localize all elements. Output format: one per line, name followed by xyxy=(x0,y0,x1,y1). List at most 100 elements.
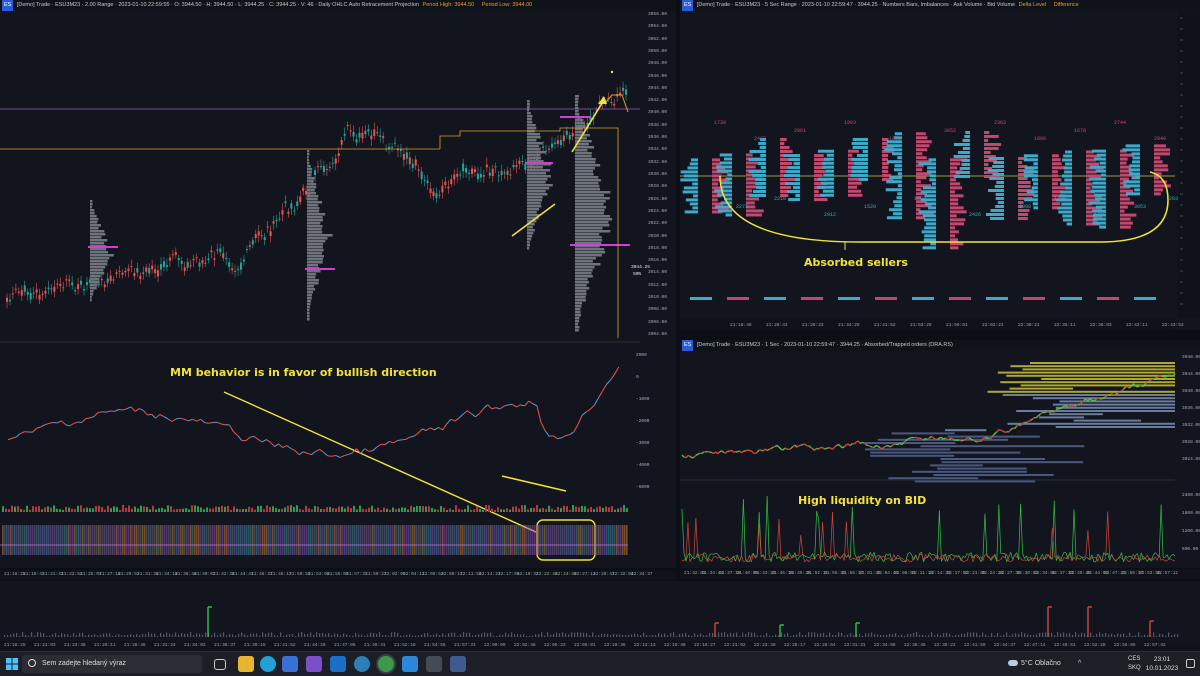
bid-volume-bar xyxy=(690,162,698,165)
cluster-total-label: 2861 xyxy=(794,128,806,134)
price-segment xyxy=(763,449,765,451)
delta-bar xyxy=(56,509,58,512)
volume-profile-bar xyxy=(575,176,598,179)
delta-summary-bar xyxy=(949,297,971,300)
strip-bar xyxy=(1006,633,1007,637)
ask-volume-bar xyxy=(1154,168,1168,171)
strip-bar xyxy=(886,635,887,637)
app-icon-9[interactable] xyxy=(426,656,442,672)
time-tick-label: 22:43:53 xyxy=(1162,322,1184,328)
time-tick-label: 22:31:31 xyxy=(844,641,866,651)
volume-profile-bar xyxy=(90,266,105,269)
taskbar-search-box[interactable]: Sem zadejte hledaný výraz xyxy=(22,655,202,673)
delta-bar xyxy=(398,508,400,512)
bid-volume-bar xyxy=(884,148,902,151)
ask-volume-segment xyxy=(930,555,932,558)
language-indicator[interactable]: CES SKQ xyxy=(1128,655,1141,673)
volume-profile-bar xyxy=(527,148,540,151)
right-time-axis[interactable]: 21:32:0121:34:4421:37:1821:40:0921:43:21… xyxy=(680,569,1200,579)
ask-volume-segment xyxy=(1023,560,1025,561)
indicator-bar xyxy=(218,525,220,555)
indicator-bar xyxy=(188,525,190,555)
left-price-axis[interactable]: 3956.003954.003952.003950.003948.003946.… xyxy=(646,12,676,342)
footprint-chart[interactable]: 1739227324272218286129121903152019931283… xyxy=(680,0,1200,330)
tray-chevron-icon[interactable]: ^ xyxy=(1078,652,1081,676)
candle-body xyxy=(329,167,331,168)
bid-volume-bar xyxy=(1064,170,1072,173)
oscillator-segment xyxy=(377,444,381,447)
bid-volume-bar xyxy=(954,143,970,146)
candle-body xyxy=(113,279,115,280)
delta-bar xyxy=(596,507,598,512)
strip-bar xyxy=(292,634,293,637)
delta-bar xyxy=(395,509,397,512)
notification-icon[interactable] xyxy=(1186,659,1195,668)
ask-volume-segment xyxy=(688,523,690,562)
bottom-time-axis[interactable]: 21:18:2521:21:0321:23:3821:26:1121:28:46… xyxy=(0,641,1200,651)
bid-volume-bar xyxy=(1092,186,1106,189)
visual-studio-icon[interactable] xyxy=(306,656,322,672)
bottom-strip-pane[interactable] xyxy=(0,581,1200,641)
left-chart-pane[interactable]: ES [Demo] Trade · ESU3M23 · 2.00 Range ·… xyxy=(0,0,676,568)
chrome-icon[interactable] xyxy=(378,656,394,672)
indicator-bar xyxy=(82,525,84,555)
delta-summary-bar xyxy=(838,297,860,300)
bid-volume-segment xyxy=(1074,510,1076,558)
price-segment xyxy=(1163,377,1165,378)
candle-body xyxy=(281,210,283,214)
oscillator-segment xyxy=(295,451,299,455)
indicator-bar xyxy=(30,525,32,555)
file-explorer-icon[interactable] xyxy=(238,656,254,672)
clock[interactable]: 23:01 10.01.2023 xyxy=(1142,655,1182,673)
ask-volume-segment xyxy=(1135,558,1137,559)
ask-volume-segment xyxy=(898,555,900,557)
price-segment xyxy=(716,452,718,454)
indicator-bar xyxy=(20,525,22,555)
oscillator-segment xyxy=(238,435,242,440)
task-view-icon[interactable] xyxy=(214,659,226,670)
ask-volume-segment xyxy=(1161,559,1163,560)
liquidity-band xyxy=(865,448,950,450)
outlook-icon[interactable] xyxy=(330,656,346,672)
side-price-label: 3944.25 xyxy=(631,265,650,270)
liquidity-heatmap-chart[interactable]: 3948.003944.003940.003936.003932.003928.… xyxy=(680,340,1200,568)
candle-body xyxy=(136,268,138,272)
delta-bar xyxy=(455,505,457,512)
ask-volume-bar xyxy=(1018,213,1028,216)
oscillator-tick-label: -5000 xyxy=(636,485,650,490)
edge-browser-icon[interactable] xyxy=(260,656,276,672)
ask-volume-bar xyxy=(1120,202,1134,205)
strip-bar xyxy=(589,635,590,637)
ask-volume-bar xyxy=(746,161,758,164)
windows-store-icon[interactable] xyxy=(282,656,298,672)
indicator-bar xyxy=(624,525,626,555)
indicator-bar xyxy=(440,525,442,555)
left-oscillator-axis[interactable]: 20000-1000-2000-3000-4000-5000 xyxy=(634,345,674,565)
price-segment xyxy=(793,445,795,447)
indicator-bar xyxy=(206,525,208,555)
weather-widget[interactable]: 5°C Oblačno xyxy=(1008,652,1061,676)
indicator-bar xyxy=(370,525,372,555)
right-top-pane[interactable]: ES [Demo] Trade · ESU3M23 · 5 Sec Range … xyxy=(680,0,1200,330)
strip-bar xyxy=(550,635,551,637)
app-icon-10[interactable] xyxy=(450,656,466,672)
strip-bar xyxy=(373,633,374,637)
strip-bar xyxy=(322,633,323,637)
strip-bar xyxy=(982,633,983,637)
bottom-strip-chart[interactable] xyxy=(0,581,1200,641)
ask-volume-bar xyxy=(746,209,764,212)
bid-volume-bar xyxy=(894,204,902,207)
price-tick-label: 3944.00 xyxy=(1182,371,1200,377)
delta-bar xyxy=(20,509,22,512)
windows-start-icon[interactable] xyxy=(4,656,20,672)
left-time-axis[interactable]: 21:18:2521:19:4221:21:4121:22:5321:25:07… xyxy=(0,570,676,580)
time-tick-label: 21:34:28 xyxy=(838,322,860,328)
app-icon-6[interactable] xyxy=(354,656,370,672)
right-bottom-pane[interactable]: ES [Demo] Trade · ESU3M23 · 1 Sec · 2023… xyxy=(680,340,1200,568)
ask-volume-bar xyxy=(950,202,958,205)
app-icon-8[interactable] xyxy=(402,656,418,672)
ask-volume-segment xyxy=(864,557,866,560)
indicator-bar xyxy=(316,525,318,555)
bid-volume-bar xyxy=(717,169,732,172)
left-price-chart[interactable] xyxy=(0,0,676,568)
